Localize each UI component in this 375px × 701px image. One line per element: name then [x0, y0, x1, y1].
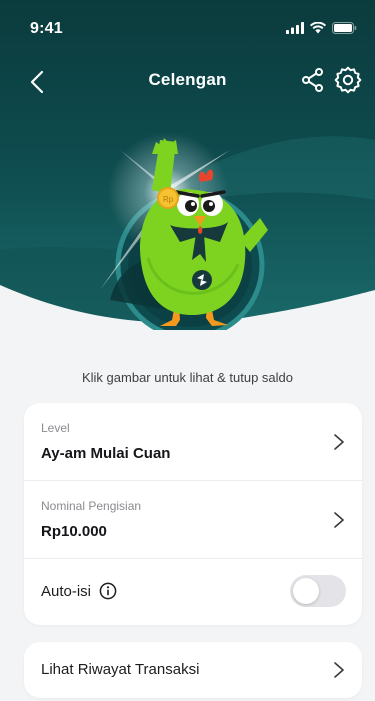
auto-fill-label-group: Auto-isi	[41, 582, 117, 600]
gear-icon[interactable]	[333, 65, 363, 95]
auto-fill-row: Auto-isi	[24, 559, 362, 625]
nominal-row[interactable]: Nominal Pengisian Rp10.000	[24, 481, 362, 559]
coin-label: Rp	[163, 195, 174, 204]
chevron-right-icon	[334, 434, 344, 450]
level-value: Ay-am Mulai Cuan	[41, 445, 171, 462]
wifi-icon	[310, 22, 326, 34]
transaction-history-label: Lihat Riwayat Transaksi	[41, 661, 200, 678]
cellular-signal-icon	[286, 22, 304, 34]
nav-bar: Celengan	[0, 60, 375, 100]
auto-fill-label: Auto-isi	[41, 582, 92, 600]
chevron-right-icon	[334, 662, 344, 678]
hero-hint-text: Klik gambar untuk lihat & tutup saldo	[81, 370, 293, 385]
transaction-history-card[interactable]: Lihat Riwayat Transaksi	[24, 642, 362, 698]
savings-settings-card: Level Ay-am Mulai Cuan Nominal Pengisian…	[24, 403, 362, 625]
level-label: Level	[41, 421, 70, 435]
status-time: 9:41	[30, 20, 63, 37]
share-icon[interactable]	[299, 66, 327, 94]
nominal-label: Nominal Pengisian	[41, 499, 142, 513]
status-icons	[286, 22, 357, 34]
battery-icon	[332, 22, 357, 34]
chevron-right-icon	[334, 512, 344, 528]
chicken-mascot-illustration[interactable]: Rp	[100, 130, 280, 340]
auto-fill-toggle[interactable]	[290, 575, 346, 607]
info-icon[interactable]	[99, 582, 117, 600]
status-bar: 9:41	[0, 0, 375, 50]
nominal-value: Rp10.000	[41, 523, 107, 540]
level-row[interactable]: Level Ay-am Mulai Cuan	[24, 403, 362, 481]
toggle-knob	[293, 578, 319, 604]
